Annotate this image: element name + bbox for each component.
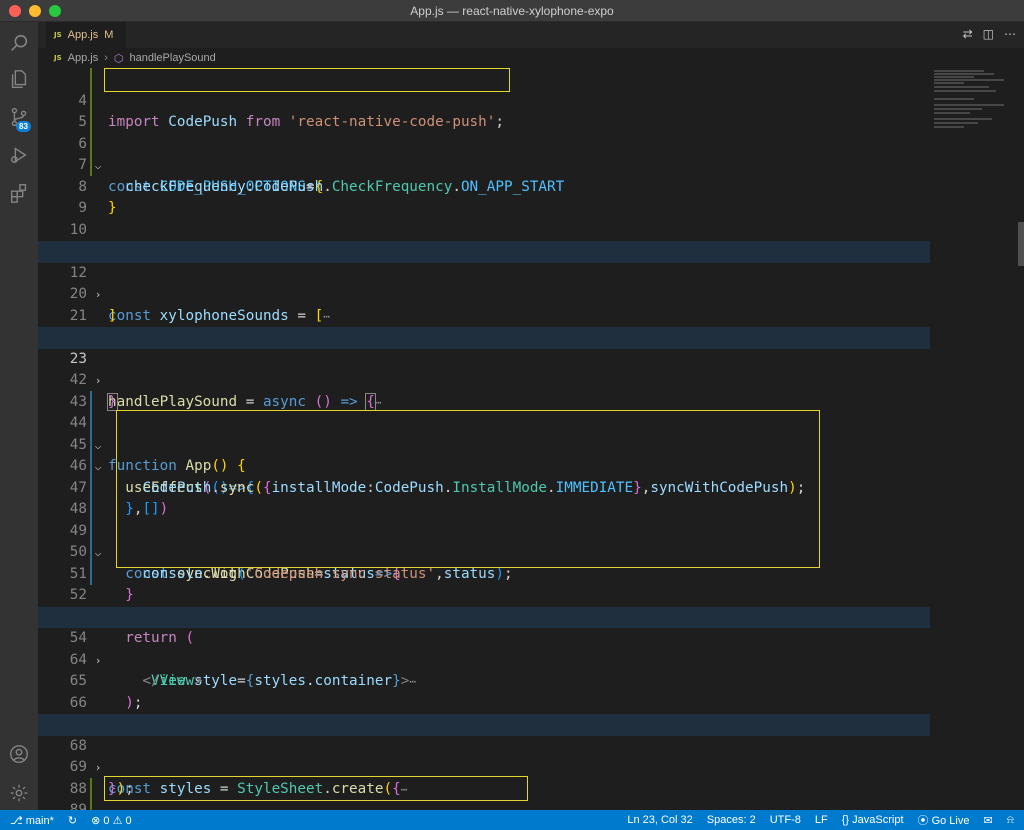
warning-icon: ⚠: [112, 814, 123, 827]
search-icon[interactable]: [0, 24, 38, 62]
breadcrumb-symbol[interactable]: handlePlaySound: [130, 52, 216, 64]
code-line[interactable]: 52: [38, 564, 930, 603]
explorer-icon[interactable]: [0, 60, 38, 98]
code-line[interactable]: 51 }: [38, 542, 930, 604]
code-line[interactable]: 9: [38, 177, 930, 216]
broadcast-icon: ⦿: [917, 815, 929, 827]
code-line[interactable]: 4 import CodePush from 'react-native-cod…: [38, 69, 930, 131]
editor-actions: ⇄ ◫ ⋯: [963, 27, 1016, 41]
git-branch-icon: ⎇: [10, 814, 23, 827]
modified-indicator: M: [104, 29, 114, 41]
title-bar: App.js — react-native-xylophone-expo: [0, 0, 1024, 22]
javascript-file-icon: JS: [54, 54, 62, 62]
source-control-icon[interactable]: 83: [0, 98, 38, 136]
code-line[interactable]: 49 ⌵ const syncWithCodePush=status=>{: [38, 499, 930, 582]
settings-gear-icon[interactable]: [0, 774, 38, 812]
feedback-icon[interactable]: ✉: [983, 814, 992, 827]
go-live-button[interactable]: ⦿ Go Live: [918, 812, 970, 828]
editor-tab-bar: JS App.js M ⇄ ◫ ⋯: [38, 22, 1024, 48]
maximize-window-button[interactable]: [49, 5, 61, 17]
activity-bar: 83: [0, 22, 38, 810]
code-line[interactable]: 21: [38, 284, 930, 324]
code-line[interactable]: 20 ]: [38, 263, 930, 324]
eol-status[interactable]: LF: [815, 814, 828, 826]
breadcrumb-file[interactable]: App.js: [68, 52, 99, 64]
code-line[interactable]: 46 CodePush.sync({installMode:CodePush.I…: [38, 435, 930, 496]
extensions-icon[interactable]: [0, 174, 38, 212]
code-line[interactable]: 8 }: [38, 155, 930, 217]
account-icon[interactable]: [0, 735, 38, 773]
more-actions-icon[interactable]: ⋯: [1004, 27, 1016, 41]
problems-status[interactable]: ⊗ 0 ⚠ 0: [91, 814, 132, 827]
code-line[interactable]: 66 }: [38, 671, 930, 733]
code-line[interactable]: 11: [38, 220, 930, 259]
code-line[interactable]: 64 </View>: [38, 628, 930, 690]
code-line[interactable]: 50 console.log('Codepush sync status',st…: [38, 521, 930, 582]
code-line[interactable]: 54 › <View style={styles.container}>⋯: [38, 606, 930, 689]
code-line[interactable]: 7 checkFrequency:CodePush.CheckFrequency…: [38, 134, 930, 195]
code-line[interactable]: 45 ⌵ useEffect(()=>{: [38, 413, 930, 496]
branch-status[interactable]: ⎇ main*: [10, 814, 54, 827]
run-debug-icon[interactable]: [0, 136, 38, 174]
code-line[interactable]: 65 );: [38, 650, 930, 711]
tab-label: App.js: [67, 29, 99, 41]
code-line[interactable]: 68 › const styles = StyleSheet.create({⋯: [38, 714, 930, 797]
symbol-method-icon: ⬡: [113, 52, 124, 65]
source-control-badge: 83: [16, 121, 31, 132]
code-line[interactable]: 10 const buttonColor = ['red', 'orange',…: [38, 198, 930, 260]
language-mode[interactable]: {} JavaScript: [842, 814, 904, 826]
error-icon: ⊗: [91, 814, 101, 827]
code-line[interactable]: 69 });: [38, 736, 930, 797]
split-editor-icon[interactable]: ◫: [983, 27, 994, 41]
code-line[interactable]: 22: [38, 306, 930, 345]
minimap[interactable]: [930, 68, 1024, 810]
code-line[interactable]: 47 },[]): [38, 456, 930, 518]
code-line[interactable]: 44 ⌵ function App() {: [38, 392, 930, 474]
code-line[interactable]: 89 export default CodePush(CODE_PUSH_OPT…: [38, 779, 930, 810]
code-editor[interactable]: 4 import CodePush from 'react-native-cod…: [38, 68, 1024, 810]
window-title: App.js — react-native-xylophone-expo: [410, 3, 614, 18]
code-line-current[interactable]: 23 › handlePlaySound = async () => {⋯: [38, 327, 930, 411]
breadcrumb: JS App.js › ⬡ handlePlaySound: [38, 48, 1024, 68]
code-line[interactable]: 90: [38, 800, 930, 810]
code-line[interactable]: 5: [38, 91, 930, 130]
javascript-file-icon: JS: [54, 31, 62, 39]
vertical-scrollbar[interactable]: [1018, 222, 1024, 266]
code-line[interactable]: 42 }: [38, 349, 930, 411]
encoding-status[interactable]: UTF-8: [770, 814, 801, 826]
sync-icon[interactable]: ↻: [68, 814, 77, 827]
code-line[interactable]: 43: [38, 370, 930, 410]
tab-app-js[interactable]: JS App.js M: [46, 22, 126, 48]
braces-icon: {}: [841, 814, 850, 826]
code-line[interactable]: 6 ⌵ const CODE_PUSH_OPTIONS={: [38, 112, 930, 195]
code-line[interactable]: 48: [38, 478, 930, 517]
window-controls: [9, 5, 61, 17]
close-window-button[interactable]: [9, 5, 21, 17]
code-line[interactable]: 67: [38, 693, 930, 732]
chevron-right-icon: ›: [104, 52, 108, 64]
code-line[interactable]: 53 return (: [38, 585, 930, 647]
code-line[interactable]: 12 › const xylophoneSounds = [⋯: [38, 241, 930, 324]
cursor-position[interactable]: Ln 23, Col 32: [627, 814, 692, 826]
status-bar: ⎇ main* ↻ ⊗ 0 ⚠ 0 Ln 23, Col 32 Spaces: …: [0, 810, 1024, 830]
code-line[interactable]: 88: [38, 757, 930, 797]
indentation-status[interactable]: Spaces: 2: [707, 814, 756, 826]
notifications-bell-icon[interactable]: ⍾: [1007, 814, 1014, 827]
open-changes-icon[interactable]: ⇄: [963, 27, 973, 41]
minimize-window-button[interactable]: [29, 5, 41, 17]
